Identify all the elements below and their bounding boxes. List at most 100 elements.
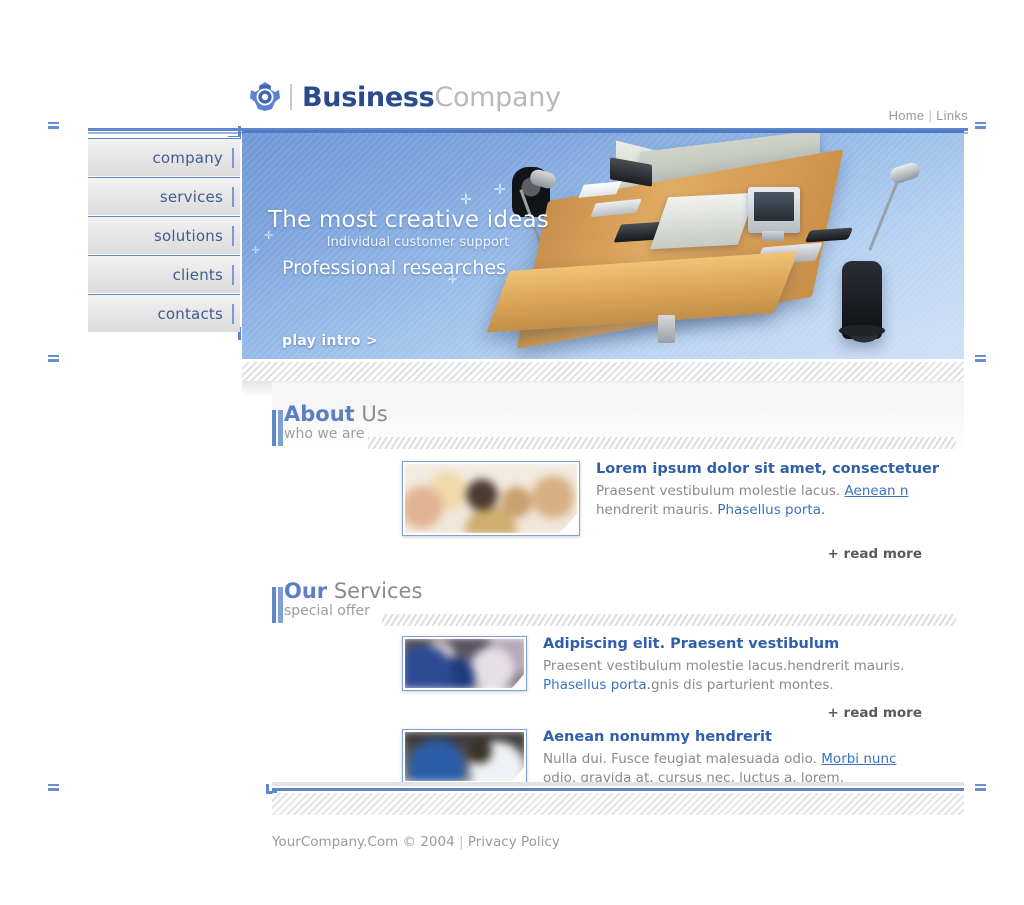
about-read-more[interactable]: + read more — [272, 546, 964, 562]
about-article-text: Lorem ipsum dolor sit amet, consectetuer… — [580, 461, 964, 536]
section-title: About Us — [284, 403, 964, 426]
edge-tick-mark — [975, 784, 986, 791]
hero-copy: The most creative ideas Individual custo… — [268, 207, 568, 279]
sidebar-item-solutions[interactable]: solutions — [88, 215, 240, 254]
edge-tick-mark — [975, 122, 986, 129]
about-article-thumbnail[interactable] — [402, 461, 580, 536]
top-nav: Home | Links — [889, 108, 968, 123]
sidebar-nav: company services solutions clients conta… — [88, 137, 240, 332]
main-content: About Us who we are Lorem ipsum dolor si… — [272, 381, 964, 814]
service-body-part-2: gnis dis parturient montes. — [650, 677, 834, 693]
section-title-rest: Services — [327, 579, 423, 603]
desk-lamp-right-arm — [868, 181, 899, 251]
edge-tick-mark — [48, 784, 59, 791]
service-read-more[interactable]: + read more — [272, 705, 964, 721]
play-intro-link[interactable]: play intro > — [282, 333, 378, 349]
service-article-thumbnail[interactable] — [402, 729, 527, 784]
sidebar-item-clients[interactable]: clients — [88, 254, 240, 293]
sidebar-item-label: contacts — [157, 304, 223, 323]
sidebar-item-company[interactable]: company — [88, 137, 240, 176]
top-nav-links[interactable]: Links — [936, 108, 968, 123]
section-title-rest: Us — [354, 402, 388, 426]
about-article: Lorem ipsum dolor sit amet, consectetuer… — [272, 461, 964, 536]
blurred-people-photo — [405, 464, 577, 533]
hero-banner: ✛ ✛ ✛ ✛ ✛ The most creative ideas Indivi… — [242, 130, 964, 359]
service-article-body: Praesent vestibulum molestie lacus.hendr… — [543, 657, 964, 695]
about-body-part-2: hendrerit mauris. — [596, 502, 718, 518]
section-header-about: About Us who we are — [272, 403, 964, 453]
gear-camera-logo-icon — [250, 82, 280, 111]
top-nav-separator: | — [928, 108, 933, 123]
footer-copyright: YourCompany.Com © 2004 — [272, 834, 455, 850]
service-link-morbi[interactable]: Morbi nunc — [821, 751, 896, 767]
sidebar-item-label: services — [159, 187, 223, 206]
edge-tick-mark — [48, 355, 59, 362]
about-link-phasellus[interactable]: Phasellus porta. — [717, 502, 825, 518]
hero-headline: The most creative ideas — [268, 207, 550, 233]
sidebar-item-contacts[interactable]: contacts — [88, 293, 240, 332]
sidebar-item-bar-icon — [232, 264, 234, 285]
service-article-title: Adipiscing elit. Praesent vestibulum — [543, 636, 840, 652]
desk-lamp-right-head — [888, 160, 922, 186]
sidebar-item-bar-icon — [232, 225, 234, 246]
section-title: Our Services — [284, 580, 964, 603]
desk-chair-base — [830, 325, 894, 339]
service-article: Adipiscing elit. Praesent vestibulum Pra… — [272, 636, 964, 695]
sidebar-item-bar-icon — [232, 147, 234, 168]
about-link-aenean[interactable]: Aenean n — [845, 483, 909, 499]
service-body-part-1: Praesent vestibulum molestie lacus.hendr… — [543, 658, 905, 674]
section-title-accent: Our — [284, 579, 328, 603]
service-article-text: Aenean nonummy hendrerit Nulla dui. Fusc… — [527, 729, 964, 788]
about-article-title: Lorem ipsum dolor sit amet, consectetuer — [596, 461, 940, 477]
footer-rule-blue — [272, 788, 964, 791]
top-nav-home[interactable]: Home — [889, 108, 925, 123]
about-article-body: Praesent vestibulum molestie lacus. Aene… — [596, 482, 964, 520]
logo-divider — [290, 84, 292, 110]
sparkle-icon: ✛ — [252, 245, 260, 255]
blurred-team-photo — [405, 732, 524, 781]
hero-tagline: Professional researches — [282, 257, 507, 279]
desk-monitor-stand — [762, 231, 784, 241]
brand-name: BusinessCompany — [302, 84, 561, 111]
sparkle-icon: ✛ — [460, 191, 472, 207]
section-hatch-rule — [382, 614, 956, 626]
footer-text: YourCompany.Com © 2004 | Privacy Policy — [272, 834, 560, 850]
sidebar-item-label: clients — [172, 265, 223, 284]
watermark-bar: 昵图网 www.nipic.cn ID:15088508 NO:20141215… — [0, 862, 1024, 905]
section-marker-icon — [272, 410, 283, 446]
sidebar-item-bar-icon — [232, 186, 234, 207]
footer-hatch-band — [272, 793, 964, 815]
section-header-services: Our Services special offer — [272, 580, 964, 630]
brand-name-light: Company — [434, 81, 561, 113]
sparkle-icon: ✛ — [494, 181, 506, 197]
desk-leg — [658, 315, 675, 343]
footer-separator: | — [458, 834, 464, 850]
sidebar-item-label: company — [152, 148, 223, 167]
about-body-part-1: Praesent vestibulum molestie lacus. — [596, 483, 845, 499]
brand-name-bold: Business — [302, 81, 435, 113]
sidebar-item-label: solutions — [153, 226, 223, 245]
edge-tick-mark — [48, 122, 59, 129]
section-hatch-rule — [368, 437, 956, 449]
service-article: Aenean nonummy hendrerit Nulla dui. Fusc… — [272, 729, 964, 788]
service-article-title: Aenean nonummy hendrerit — [543, 729, 772, 745]
site-header: BusinessCompany — [248, 80, 968, 128]
section-marker-icon — [272, 587, 283, 623]
desk-monitor — [748, 187, 800, 233]
footer-privacy-link[interactable]: Privacy Policy — [468, 834, 560, 850]
section-title-accent: About — [284, 402, 355, 426]
hero-hatch-divider — [242, 362, 964, 381]
edge-tick-mark — [975, 355, 986, 362]
service-article-thumbnail[interactable] — [402, 636, 527, 691]
logo[interactable]: BusinessCompany — [248, 80, 968, 114]
desk-phone — [804, 227, 854, 243]
service-body-part-1: Nulla dui. Fusce feugiat malesuada odio. — [543, 751, 822, 767]
sidebar-item-bar-icon — [232, 303, 234, 324]
service-article-text: Adipiscing elit. Praesent vestibulum Pra… — [527, 636, 964, 695]
page-root: BusinessCompany Home | Links company servi… — [0, 0, 1024, 905]
sidebar-item-services[interactable]: services — [88, 176, 240, 215]
footer-rule-gray — [272, 782, 964, 786]
hero-subline: Individual customer support — [326, 235, 510, 250]
service-link-phasellus[interactable]: Phasellus porta. — [543, 677, 651, 693]
blurred-meeting-photo — [405, 639, 524, 688]
